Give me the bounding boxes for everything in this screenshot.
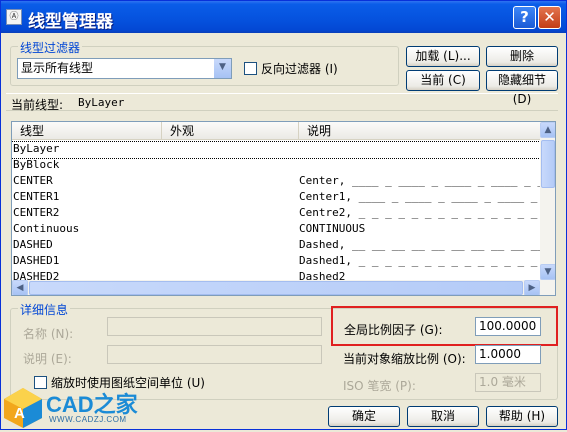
scroll-up-icon[interactable]: ▲: [540, 122, 555, 138]
ok-button[interactable]: 确定: [328, 406, 400, 427]
table-row[interactable]: Continuous CONTINUOUS: [12, 222, 540, 238]
linetype-name: CENTER1: [13, 190, 60, 203]
scroll-right-icon[interactable]: ▶: [524, 280, 540, 295]
linetype-description: Center, ____ _ ____ _ ____ _ ____ _ ____: [299, 174, 556, 187]
linetype-name: Continuous: [13, 222, 80, 235]
iso-pen-dropdown[interactable]: 1.0 毫米: [475, 373, 541, 392]
current-linetype-value: ByLayer: [78, 96, 125, 109]
svg-text:A: A: [14, 405, 25, 422]
linetype-manager-dialog: Ⓐ 线型管理器 ? ✕ 线型过滤器 显示所有线型 ▼ 反向过滤器 (I) 加载 …: [0, 0, 567, 430]
invert-filter-checkbox[interactable]: [244, 62, 257, 75]
table-row[interactable]: DASHED Dashed, __ __ __ __ __ __ __ __ __…: [12, 238, 555, 254]
column-header-linetype[interactable]: 线型: [12, 122, 162, 140]
title-bar[interactable]: Ⓐ 线型管理器 ? ✕: [1, 1, 566, 33]
chevron-down-icon[interactable]: ▼: [214, 59, 231, 78]
invert-filter-label: 反向过滤器 (I): [261, 62, 338, 76]
column-header-appearance[interactable]: 外观: [162, 122, 299, 140]
linetype-description: CONTINUOUS: [299, 222, 366, 235]
cad-home-watermark: A CAD之家 WWW.CADZJ.COM: [1, 385, 141, 431]
linetype-name: DASHED: [13, 238, 53, 251]
linetype-description: Center1, ____ _ ____ _ ____ _ ____ _ ___: [299, 190, 556, 203]
app-icon: Ⓐ: [6, 9, 22, 25]
table-row[interactable]: ByBlock: [12, 158, 540, 174]
vertical-scroll-thumb[interactable]: [541, 140, 555, 188]
filter-dropdown[interactable]: 显示所有线型 ▼: [17, 58, 232, 79]
load-button[interactable]: 加载 (L)...: [406, 46, 480, 67]
horizontal-scrollbar[interactable]: ◀ ▶: [12, 280, 555, 295]
object-scale-value: 1.0000: [479, 347, 521, 361]
filter-dropdown-value: 显示所有线型: [21, 61, 94, 75]
table-row[interactable]: CENTER Center, ____ _ ____ _ ____ _ ____ …: [12, 174, 555, 190]
current-button[interactable]: 当前 (C): [406, 70, 480, 91]
current-linetype-label: 当前线型:: [11, 98, 64, 112]
linetype-name: DASHED1: [13, 254, 60, 267]
name-field[interactable]: [107, 317, 322, 336]
help-button[interactable]: 帮助 (H): [486, 406, 558, 427]
linetype-description: Dashed1, _ _ _ _ _ _ _ _ _ _ _ _ _ _ _ _: [299, 254, 556, 267]
current-linetype-bar: 当前线型: ByLayer: [6, 93, 558, 112]
iso-pen-value: 1.0 毫米: [479, 375, 526, 389]
scroll-down-icon[interactable]: ▼: [540, 264, 555, 280]
horizontal-scroll-thumb[interactable]: [29, 281, 523, 295]
linetype-name: ByBlock: [13, 158, 60, 171]
table-row[interactable]: CENTER2 Centre2, _ _ _ _ _ _ _ _ _ _ _ _ …: [12, 206, 551, 222]
delete-button[interactable]: 删除: [486, 46, 558, 67]
table-row[interactable]: DASHED1 Dashed1, _ _ _ _ _ _ _ _ _ _ _ _ …: [12, 254, 551, 270]
table-row[interactable]: CENTER1 Center1, ____ _ ____ _ ____ _ ___…: [12, 190, 555, 206]
linetype-name: ByLayer: [13, 142, 60, 155]
help-title-button[interactable]: ?: [513, 6, 536, 29]
scroll-left-icon[interactable]: ◀: [12, 280, 28, 295]
linetype-name: CENTER2: [13, 206, 60, 219]
column-header-description[interactable]: 说明: [299, 122, 540, 140]
linetype-description: Centre2, _ _ _ _ _ _ _ _ _ _ _ _ _ _ _ _: [299, 206, 556, 219]
hide-details-button[interactable]: 隐藏细节 (D): [486, 70, 558, 106]
filter-group-label: 线型过滤器: [18, 39, 83, 56]
cad-logo-icon: A: [4, 388, 42, 428]
linetype-name: CENTER: [13, 174, 53, 187]
cancel-button[interactable]: 取消: [407, 406, 479, 427]
watermark-url: WWW.CADZJ.COM: [49, 415, 127, 424]
list-header: 线型 外观 说明: [12, 122, 540, 140]
description-label: 说明 (E):: [23, 352, 72, 366]
linetype-description: Dashed, __ __ __ __ __ __ __ __ __ __ __: [299, 238, 556, 251]
global-scale-input[interactable]: 100.0000: [475, 317, 541, 336]
table-row[interactable]: ByLayer: [12, 141, 541, 159]
linetype-list[interactable]: 线型 外观 说明 ByLayer ByBlock CENTER Center, ___…: [11, 121, 556, 296]
details-group-label: 详细信息: [18, 301, 71, 318]
object-scale-input[interactable]: 1.0000: [475, 345, 541, 364]
vertical-scrollbar[interactable]: ▲ ▼: [540, 122, 555, 280]
object-scale-label: 当前对象缩放比例 (O):: [343, 352, 466, 366]
dialog-title: 线型管理器: [28, 12, 113, 32]
iso-pen-label: ISO 笔宽 (P):: [343, 379, 416, 393]
name-label: 名称 (N):: [23, 327, 74, 341]
global-scale-label: 全局比例因子 (G):: [344, 323, 443, 337]
global-scale-value: 100.0000: [479, 319, 537, 333]
close-button[interactable]: ✕: [538, 6, 561, 29]
description-field[interactable]: [107, 345, 322, 364]
